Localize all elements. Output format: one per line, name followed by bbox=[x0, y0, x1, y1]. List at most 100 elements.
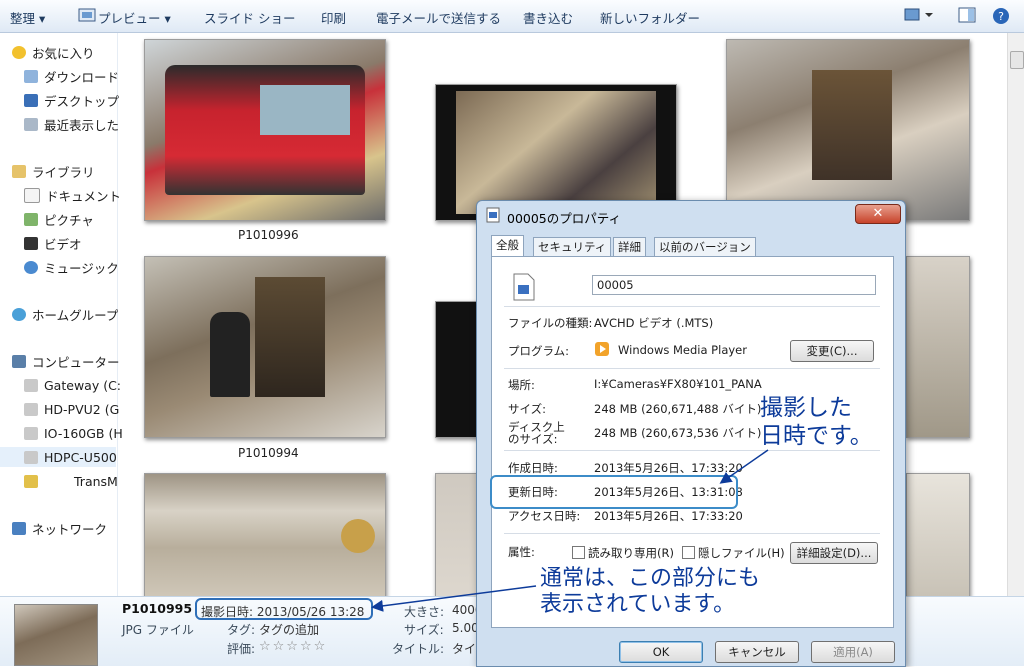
filename-value[interactable]: 00005 bbox=[597, 278, 634, 292]
created-value: 2013年5月26日、17:33:20 bbox=[594, 461, 743, 475]
svg-text:?: ? bbox=[998, 10, 1004, 23]
homegroup-icon bbox=[12, 307, 26, 321]
organize-menu[interactable]: 整理 ▾ bbox=[10, 8, 45, 27]
video-file-icon bbox=[486, 207, 500, 223]
command-bar: 整理 ▾ プレビュー ▾ スライド ショー 印刷 電子メールで送信する 書き込む… bbox=[0, 0, 1024, 33]
tab-details[interactable]: 詳細 bbox=[613, 237, 646, 256]
hidden-label[interactable]: 隠しファイル(H) bbox=[698, 545, 785, 561]
program-label: プログラム: bbox=[508, 344, 570, 358]
burn-button[interactable]: 書き込む bbox=[523, 8, 573, 27]
photo-thumbnail-cart[interactable] bbox=[726, 39, 970, 221]
nav-computer[interactable]: コンピューター bbox=[12, 351, 120, 371]
nav-drive-i[interactable]: HDPC-U500E bbox=[0, 447, 116, 467]
location-label: 場所: bbox=[508, 378, 535, 392]
photo-thumbnail-tram[interactable] bbox=[144, 39, 386, 221]
email-button[interactable]: 電子メールで送信する bbox=[376, 8, 501, 27]
nav-drive-h[interactable]: IO-160GB (H bbox=[24, 423, 123, 443]
downloads-icon bbox=[24, 69, 38, 83]
nav-network[interactable]: ネットワーク bbox=[12, 518, 107, 538]
nav-pictures[interactable]: ピクチャ bbox=[24, 209, 94, 229]
accessed-label: アクセス日時: bbox=[508, 509, 581, 523]
music-icon bbox=[24, 260, 38, 274]
details-thumbnail bbox=[14, 604, 98, 666]
advanced-button[interactable]: 詳細設定(D)... bbox=[790, 542, 878, 564]
annotation-bottom-note: 通常は、この部分にも 表示されています。 bbox=[540, 566, 761, 617]
new-folder-button[interactable]: 新しいフォルダー bbox=[600, 8, 700, 27]
scrollbar-thumb[interactable] bbox=[1010, 51, 1024, 69]
attributes-label: 属性: bbox=[508, 545, 535, 559]
photo-thumbnail-right[interactable] bbox=[906, 256, 970, 438]
nav-homegroup[interactable]: ホームグループ bbox=[12, 304, 118, 324]
drive-icon bbox=[24, 402, 38, 416]
details-tags-value[interactable]: タグの追加 bbox=[259, 621, 319, 638]
drive-icon bbox=[24, 378, 38, 392]
rating-stars[interactable]: ☆☆☆☆☆ bbox=[259, 639, 327, 654]
nav-libraries[interactable]: ライブラリ bbox=[12, 161, 95, 181]
photo-thumbnail-interior[interactable] bbox=[144, 473, 386, 598]
print-button[interactable]: 印刷 bbox=[321, 8, 346, 27]
nav-recent[interactable]: 最近表示した bbox=[24, 114, 119, 134]
size-value: 248 MB (260,671,488 バイト) bbox=[594, 402, 762, 416]
ok-button[interactable]: OK bbox=[619, 641, 703, 663]
details-dimensions-label: 大きさ: bbox=[404, 605, 445, 619]
computer-icon bbox=[12, 354, 26, 368]
video-thumbnail-3[interactable] bbox=[435, 473, 479, 598]
tab-general[interactable]: 全般 bbox=[491, 235, 524, 256]
details-tags-label: タグ: bbox=[227, 623, 256, 637]
drive-icon bbox=[24, 426, 38, 440]
pictures-icon bbox=[24, 212, 38, 226]
nav-desktop[interactable]: デスクトップ bbox=[24, 90, 119, 110]
videos-icon bbox=[24, 236, 38, 250]
nav-downloads[interactable]: ダウンロード bbox=[24, 66, 119, 86]
cancel-button[interactable]: キャンセル bbox=[715, 641, 799, 663]
slideshow-button[interactable]: スライド ショー bbox=[204, 8, 295, 27]
nav-favorites[interactable]: お気に入り bbox=[12, 42, 95, 62]
thumbnail-label: P1010996 bbox=[238, 228, 299, 242]
details-rating-label: 評価: bbox=[227, 642, 256, 656]
location-value: I:¥Cameras¥FX80¥101_PANA bbox=[594, 377, 762, 391]
disk-size-value: 248 MB (260,673,536 バイト) bbox=[594, 426, 762, 440]
nav-music[interactable]: ミュージック bbox=[24, 257, 119, 277]
size-label: サイズ: bbox=[508, 402, 547, 416]
video-thumbnail-2[interactable] bbox=[435, 301, 479, 438]
preview-menu[interactable]: プレビュー ▾ bbox=[98, 8, 171, 27]
program-value: Windows Media Player bbox=[618, 343, 747, 357]
separator bbox=[504, 533, 880, 534]
change-program-button[interactable]: 変更(C)... bbox=[790, 340, 874, 362]
preview-pane-icon[interactable] bbox=[958, 7, 976, 23]
nav-drive-c[interactable]: Gateway (C: bbox=[24, 375, 121, 395]
dialog-title: 00005のプロパティ bbox=[507, 211, 622, 226]
hidden-checkbox[interactable] bbox=[682, 546, 695, 559]
help-icon[interactable]: ? bbox=[992, 7, 1010, 24]
close-icon: ✕ bbox=[872, 206, 884, 221]
readonly-label[interactable]: 読み取り専用(R) bbox=[588, 545, 674, 561]
tab-security[interactable]: セキュリティ bbox=[533, 237, 612, 256]
tab-previous-versions[interactable]: 以前のバージョン bbox=[654, 237, 756, 256]
library-icon bbox=[12, 164, 26, 178]
modified-date-highlight bbox=[490, 475, 738, 509]
navigation-pane: お気に入り ダウンロード デスクトップ 最近表示した ライブラリ ドキュメント … bbox=[0, 33, 123, 596]
separator bbox=[504, 450, 880, 451]
disk-size-label: ディスク上 のサイズ: bbox=[508, 420, 565, 446]
annotation-date-note: 撮影した 日時です。 bbox=[760, 395, 873, 449]
nav-drive-g[interactable]: HD-PVU2 (G bbox=[24, 399, 119, 419]
star-icon bbox=[12, 45, 26, 59]
view-options-icon[interactable] bbox=[904, 7, 933, 23]
apply-button[interactable]: 適用(A) bbox=[811, 641, 895, 663]
photo-thumbnail-man[interactable] bbox=[144, 256, 386, 438]
media-player-icon bbox=[595, 342, 609, 356]
nav-videos[interactable]: ビデオ bbox=[24, 233, 82, 253]
details-file-name: P1010995 bbox=[122, 601, 193, 616]
nav-transm[interactable]: TransM bbox=[24, 471, 118, 491]
close-button[interactable]: ✕ bbox=[855, 204, 901, 224]
details-file-type: JPG ファイル bbox=[122, 623, 194, 637]
details-title-label: タイトル: bbox=[392, 642, 445, 656]
photo-thumbnail-right-2[interactable] bbox=[906, 473, 970, 598]
thumbnail-label: P1010994 bbox=[238, 446, 299, 460]
readonly-checkbox[interactable] bbox=[572, 546, 585, 559]
documents-icon bbox=[24, 187, 40, 203]
vertical-scrollbar[interactable] bbox=[1007, 33, 1024, 596]
details-title-value[interactable]: タイ bbox=[452, 640, 476, 657]
nav-documents[interactable]: ドキュメント bbox=[24, 185, 121, 205]
filename-field[interactable]: 00005 bbox=[592, 275, 876, 295]
